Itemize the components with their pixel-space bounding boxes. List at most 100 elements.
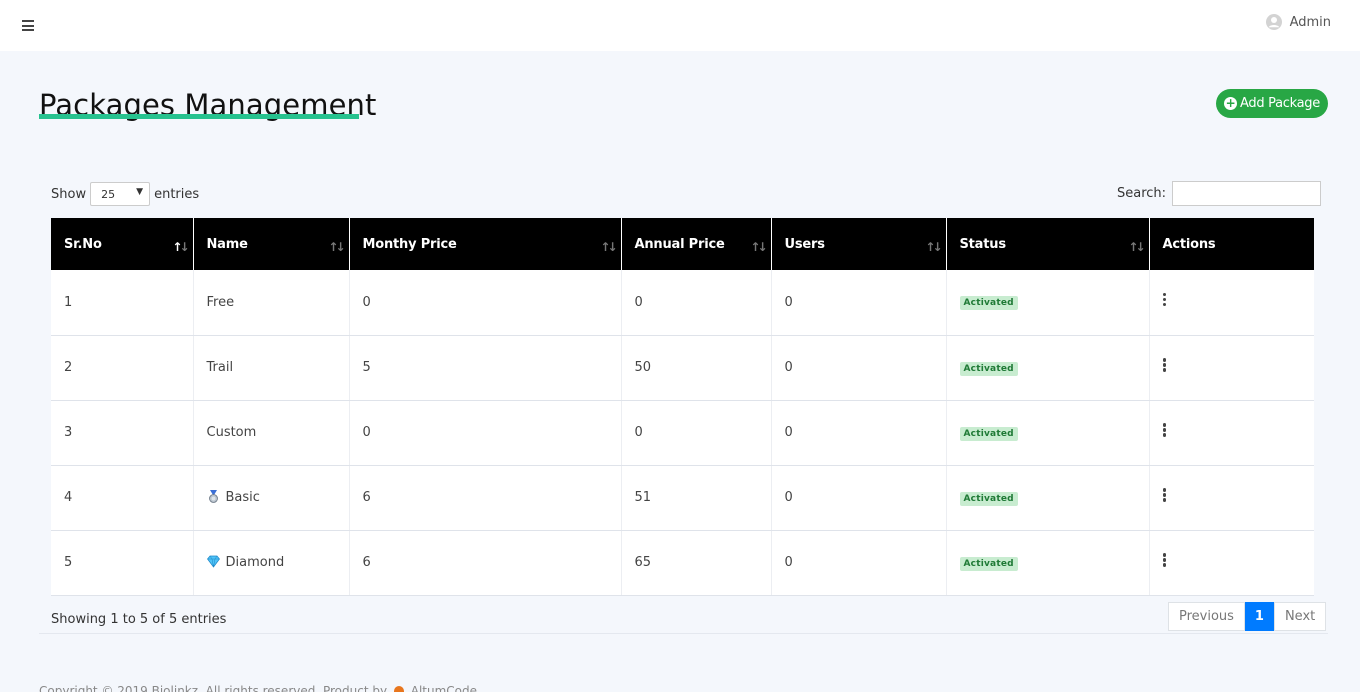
diamond-icon: [206, 555, 220, 568]
cell-users: 0: [771, 270, 947, 336]
cell-annual-price: 65: [621, 530, 772, 596]
cell-name: Trail: [193, 335, 350, 401]
column-header-name[interactable]: Name ↑↓: [193, 218, 350, 270]
cell-users: 0: [771, 400, 947, 466]
entries-length-control: Show 25 ▼ entries: [51, 182, 199, 206]
cell-name: Free: [193, 270, 350, 336]
cell-actions: [1149, 530, 1314, 596]
search-label: Search:: [1117, 186, 1167, 201]
column-header-actions: Actions: [1149, 218, 1314, 270]
cell-actions: [1149, 270, 1314, 336]
actions-menu-icon[interactable]: [1162, 488, 1167, 503]
status-badge: Activated: [959, 361, 1018, 376]
table-row: 3 Custom 0 0 0 Activated: [51, 400, 1314, 466]
add-package-button[interactable]: + Add Package: [1216, 89, 1328, 118]
menu-toggle-icon[interactable]: [22, 20, 34, 31]
brand-logo-icon: [393, 686, 404, 692]
cell-srno: 5: [51, 530, 194, 596]
cell-actions: [1149, 465, 1314, 531]
column-header-monthly-price[interactable]: Monthy Price ↑↓: [349, 218, 622, 270]
column-header-label: Name: [206, 236, 248, 252]
plus-circle-icon: +: [1224, 96, 1238, 110]
packages-table: Sr.No ↑↓ Name ↑↓ Monthy Price ↑↓ Annual Pri…: [51, 218, 1314, 596]
show-label: Show: [51, 186, 87, 202]
cell-status: Activated: [946, 270, 1150, 336]
column-header-label: Sr.No: [64, 236, 102, 252]
cell-status: Activated: [946, 335, 1150, 401]
add-package-label: Add Package: [1240, 96, 1320, 111]
cell-actions: [1149, 335, 1314, 401]
previous-page-button[interactable]: Previous: [1168, 602, 1245, 631]
status-badge: Activated: [959, 491, 1018, 506]
entries-select[interactable]: 25 ▼: [90, 182, 151, 206]
sort-ascending-icon: ↑↓: [172, 240, 189, 254]
package-name: Basic: [225, 490, 260, 505]
status-badge: Activated: [959, 426, 1018, 441]
cell-annual-price: 0: [621, 400, 772, 466]
package-name: Trail: [206, 360, 234, 375]
entries-select-value: 25: [101, 188, 116, 201]
cell-monthly-price: 0: [349, 270, 622, 336]
package-name: Diamond: [225, 555, 285, 570]
sort-icon: ↑↓: [600, 240, 617, 254]
sort-icon: ↑↓: [328, 240, 345, 254]
sort-icon: ↑↓: [925, 240, 942, 254]
cell-name: Custom: [193, 400, 350, 466]
entries-label: entries: [154, 186, 200, 202]
table-row: 4 Basic 6 51 0 Activated: [51, 465, 1314, 531]
cell-actions: [1149, 400, 1314, 466]
actions-menu-icon[interactable]: [1162, 292, 1167, 308]
cell-name: Diamond: [193, 530, 350, 596]
cell-srno: 1: [51, 270, 194, 336]
column-header-label: Status: [959, 236, 1007, 252]
footer-divider: [39, 633, 1328, 634]
cell-monthly-price: 6: [349, 530, 622, 596]
cell-annual-price: 51: [621, 465, 772, 531]
medal-icon: [208, 490, 218, 503]
column-header-srno[interactable]: Sr.No ↑↓: [51, 218, 194, 270]
cell-users: 0: [771, 335, 947, 401]
cell-status: Activated: [946, 400, 1150, 466]
sort-icon: ↑↓: [750, 240, 767, 254]
next-page-button[interactable]: Next: [1273, 602, 1327, 631]
footer-brand-link[interactable]: AltumCode: [411, 684, 477, 692]
search-input[interactable]: [1172, 181, 1322, 206]
status-badge: Activated: [959, 556, 1018, 571]
user-name: Admin: [1289, 14, 1331, 30]
column-header-status[interactable]: Status ↑↓: [946, 218, 1150, 270]
page-1-button[interactable]: 1: [1244, 602, 1274, 631]
cell-users: 0: [771, 465, 947, 531]
cell-srno: 4: [51, 465, 194, 531]
package-name: Custom: [206, 425, 257, 440]
page-footer: Copyright © 2019 Biolinkz. All rights re…: [39, 684, 477, 692]
column-header-label: Users: [784, 236, 825, 252]
table-row: 1 Free 0 0 0 Activated: [51, 270, 1314, 336]
column-header-label: Actions: [1162, 236, 1216, 252]
column-header-label: Monthy Price: [362, 236, 457, 252]
status-badge: Activated: [959, 296, 1018, 311]
column-header-annual-price[interactable]: Annual Price ↑↓: [621, 218, 772, 270]
cell-srno: 3: [51, 400, 194, 466]
table-header-row: Sr.No ↑↓ Name ↑↓ Monthy Price ↑↓ Annual Pri…: [51, 218, 1314, 270]
table-row: 2 Trail 5 50 0 Activated: [51, 335, 1314, 401]
top-navbar: Admin: [0, 0, 1360, 51]
user-avatar-icon: [1265, 14, 1282, 30]
cell-monthly-price: 5: [349, 335, 622, 401]
column-header-label: Annual Price: [634, 236, 725, 252]
cell-status: Activated: [946, 530, 1150, 596]
pagination: Previous 1 Next: [1168, 602, 1327, 631]
cell-monthly-price: 6: [349, 465, 622, 531]
cell-status: Activated: [946, 465, 1150, 531]
sort-icon: ↑↓: [1128, 240, 1145, 254]
cell-annual-price: 50: [621, 335, 772, 401]
table-row: 5 Diamond 6 65 0 Activated: [51, 530, 1314, 596]
table-search: Search:: [1117, 181, 1322, 206]
user-menu[interactable]: Admin: [1265, 14, 1331, 30]
actions-menu-icon[interactable]: [1162, 358, 1167, 373]
actions-menu-icon[interactable]: [1162, 423, 1167, 438]
cell-name: Basic: [193, 465, 350, 531]
column-header-users[interactable]: Users ↑↓: [771, 218, 947, 270]
actions-menu-icon[interactable]: [1162, 553, 1167, 568]
cell-annual-price: 0: [621, 270, 772, 336]
footer-copyright: Copyright © 2019 Biolinkz. All rights re…: [39, 684, 388, 692]
